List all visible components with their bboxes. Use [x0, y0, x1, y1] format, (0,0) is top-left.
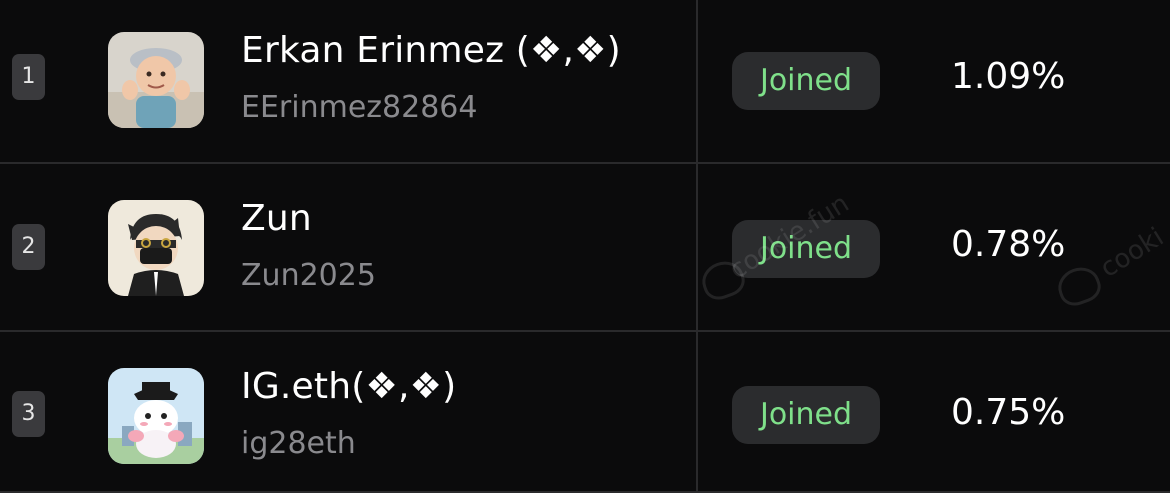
- table-row[interactable]: 3 IG.eth(❖,❖) ig28eth Joined 0.75%: [0, 332, 1170, 493]
- share-percent: 1.09%: [951, 56, 1066, 97]
- user-display-name[interactable]: Erkan Erinmez (❖,❖): [241, 30, 621, 71]
- status-badge: Joined: [732, 52, 880, 110]
- user-handle: ig28eth: [241, 426, 356, 461]
- user-display-name[interactable]: IG.eth(❖,❖): [241, 366, 456, 407]
- rank-badge: 2: [12, 224, 45, 270]
- table-row[interactable]: 1 Erkan Erinmez (❖,❖) EErinmez82864 Join…: [0, 0, 1170, 164]
- status-badge: Joined: [732, 386, 880, 444]
- avatar-cat-character-image: [108, 368, 204, 464]
- rank-badge: 1: [12, 54, 45, 100]
- user-display-name[interactable]: Zun: [241, 198, 312, 239]
- leaderboard: 1 Erkan Erinmez (❖,❖) EErinmez82864 Join…: [0, 0, 1170, 493]
- avatar[interactable]: [108, 200, 204, 296]
- user-handle: Zun2025: [241, 258, 376, 293]
- avatar[interactable]: [108, 368, 204, 464]
- table-row[interactable]: 2 Zun Zun2025 Joined 0.78%: [0, 164, 1170, 332]
- share-percent: 0.78%: [951, 224, 1066, 265]
- avatar-masked-boy-image: [108, 200, 204, 296]
- avatar-toddler-image: [108, 32, 204, 128]
- avatar[interactable]: [108, 32, 204, 128]
- rank-badge: 3: [12, 391, 45, 437]
- status-badge: Joined: [732, 220, 880, 278]
- share-percent: 0.75%: [951, 392, 1066, 433]
- user-handle: EErinmez82864: [241, 90, 478, 125]
